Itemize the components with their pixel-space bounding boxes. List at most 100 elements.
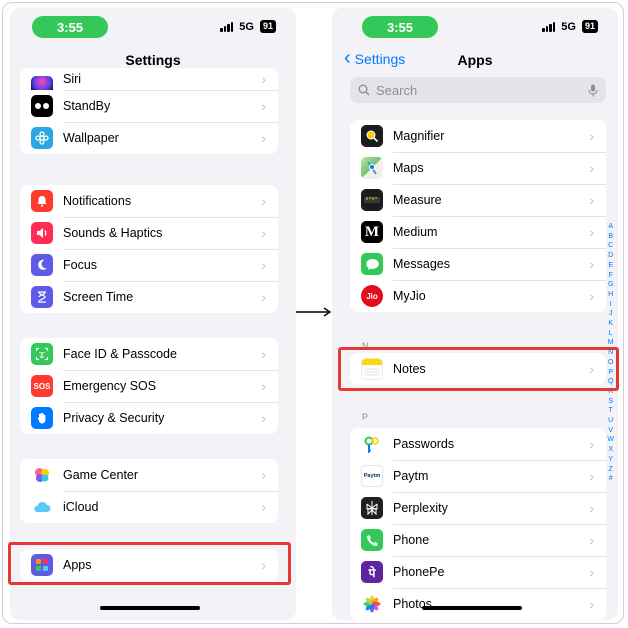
focus-icon bbox=[31, 254, 53, 276]
index-letter[interactable]: Y bbox=[607, 455, 614, 465]
chevron-right-icon: › bbox=[261, 410, 266, 426]
index-letter[interactable]: E bbox=[607, 261, 614, 271]
settings-item-wallpaper[interactable]: Wallpaper › bbox=[20, 122, 278, 154]
app-item-magnifier[interactable]: Magnifier › bbox=[350, 120, 606, 152]
status-time: 3:55 bbox=[362, 16, 438, 38]
section-header-p: P bbox=[362, 412, 369, 422]
phone-icon bbox=[361, 529, 383, 551]
network-label: 5G bbox=[239, 20, 254, 33]
index-letter[interactable]: B bbox=[607, 232, 614, 242]
settings-item-siri[interactable]: Siri › bbox=[20, 68, 278, 90]
settings-item-screen-time[interactable]: Screen Time › bbox=[20, 281, 278, 313]
screen-time-icon bbox=[31, 286, 53, 308]
app-item-passwords[interactable]: Passwords › bbox=[350, 428, 606, 460]
index-letter[interactable]: D bbox=[607, 251, 614, 261]
settings-screen: 3:55 5G 91 Settings Siri › StandBy › Wal… bbox=[10, 8, 296, 620]
chevron-right-icon: › bbox=[589, 128, 594, 144]
chevron-right-icon: › bbox=[589, 192, 594, 208]
home-indicator bbox=[100, 606, 200, 610]
index-letter[interactable]: F bbox=[607, 271, 614, 281]
chevron-right-icon: › bbox=[261, 346, 266, 362]
app-item-phone[interactable]: Phone › bbox=[350, 524, 606, 556]
index-letter[interactable]: X bbox=[607, 445, 614, 455]
settings-item-label: iCloud bbox=[63, 500, 99, 514]
status-time: 3:55 bbox=[32, 16, 108, 38]
search-icon bbox=[358, 84, 370, 96]
app-item-phonepe[interactable]: पे PhonePe › bbox=[350, 556, 606, 588]
chevron-right-icon: › bbox=[261, 289, 266, 305]
index-letter[interactable]: J bbox=[607, 309, 614, 319]
index-letter[interactable]: U bbox=[607, 416, 614, 426]
index-letter[interactable]: W bbox=[607, 435, 614, 445]
index-letter[interactable]: Z bbox=[607, 465, 614, 475]
chevron-right-icon: › bbox=[589, 532, 594, 548]
chevron-right-icon: › bbox=[589, 256, 594, 272]
index-letter[interactable]: S bbox=[607, 397, 614, 407]
settings-group-3: Face ID & Passcode › SOS Emergency SOS ›… bbox=[20, 338, 278, 434]
chevron-right-icon: › bbox=[261, 378, 266, 394]
settings-group-1: Siri › StandBy › Wallpaper › bbox=[20, 68, 278, 154]
paytm-icon: Paytm bbox=[361, 465, 383, 487]
index-letter[interactable]: T bbox=[607, 406, 614, 416]
app-item-perplexity[interactable]: Perplexity › bbox=[350, 492, 606, 524]
privacy-icon bbox=[31, 407, 53, 429]
settings-item-label: Focus bbox=[63, 258, 98, 272]
app-item-label: Medium bbox=[393, 225, 438, 239]
settings-item-label: Emergency SOS bbox=[63, 379, 157, 393]
app-item-myjio[interactable]: Jio MyJio › bbox=[350, 280, 606, 312]
microphone-icon[interactable] bbox=[588, 84, 598, 97]
signal-icon bbox=[542, 21, 556, 32]
settings-item-focus[interactable]: Focus › bbox=[20, 249, 278, 281]
settings-group-4: Game Center › iCloud › bbox=[20, 459, 278, 523]
chevron-right-icon: › bbox=[261, 467, 266, 483]
index-letter[interactable]: V bbox=[607, 426, 614, 436]
settings-item-label: Notifications bbox=[63, 194, 132, 208]
chevron-right-icon: › bbox=[589, 288, 594, 304]
index-letter[interactable]: G bbox=[607, 280, 614, 290]
settings-item-standby[interactable]: StandBy › bbox=[20, 90, 278, 122]
settings-item-label: StandBy bbox=[63, 99, 111, 113]
network-label: 5G bbox=[561, 20, 576, 33]
signal-icon bbox=[220, 21, 234, 32]
settings-item-label: Face ID & Passcode bbox=[63, 347, 177, 361]
settings-item-privacy[interactable]: Privacy & Security › bbox=[20, 402, 278, 434]
index-letter[interactable]: L bbox=[607, 329, 614, 339]
app-item-label: Perplexity bbox=[393, 501, 448, 515]
app-item-medium[interactable]: M Medium › bbox=[350, 216, 606, 248]
search-input[interactable] bbox=[370, 82, 588, 98]
app-item-photos[interactable]: Photos › bbox=[350, 588, 606, 620]
app-item-label: Paytm bbox=[393, 469, 429, 483]
settings-item-label: Wallpaper bbox=[63, 131, 119, 145]
highlight-box-apps bbox=[8, 542, 291, 585]
chevron-right-icon: › bbox=[589, 564, 594, 580]
settings-item-label: Game Center bbox=[63, 468, 139, 482]
measure-icon bbox=[361, 189, 383, 211]
app-item-messages[interactable]: Messages › bbox=[350, 248, 606, 280]
settings-item-face-id[interactable]: Face ID & Passcode › bbox=[20, 338, 278, 370]
app-item-label: Maps bbox=[393, 161, 424, 175]
index-letter[interactable]: C bbox=[607, 241, 614, 251]
app-item-paytm[interactable]: Paytm Paytm › bbox=[350, 460, 606, 492]
app-item-measure[interactable]: Measure › bbox=[350, 184, 606, 216]
apps-screen: 3:55 5G 91 ‹ Settings Apps Magnifier › M… bbox=[332, 8, 618, 620]
chevron-right-icon: › bbox=[589, 596, 594, 612]
settings-item-icloud[interactable]: iCloud › bbox=[20, 491, 278, 523]
home-indicator bbox=[422, 606, 522, 610]
chevron-right-icon: › bbox=[261, 193, 266, 209]
settings-group-2: Notifications › Sounds & Haptics › Focus… bbox=[20, 185, 278, 313]
settings-item-sounds[interactable]: Sounds & Haptics › bbox=[20, 217, 278, 249]
app-item-label: Passwords bbox=[393, 437, 455, 451]
app-item-maps[interactable]: Maps › bbox=[350, 152, 606, 184]
index-letter[interactable]: K bbox=[607, 319, 614, 329]
index-letter[interactable]: A bbox=[607, 222, 614, 232]
index-letter[interactable]: # bbox=[607, 474, 614, 484]
settings-item-game-center[interactable]: Game Center › bbox=[20, 459, 278, 491]
chevron-right-icon: › bbox=[261, 130, 266, 146]
index-letter[interactable]: I bbox=[607, 300, 614, 310]
app-item-label: Magnifier bbox=[393, 129, 445, 143]
index-letter[interactable]: H bbox=[607, 290, 614, 300]
game-center-icon bbox=[31, 464, 53, 486]
settings-item-notifications[interactable]: Notifications › bbox=[20, 185, 278, 217]
settings-item-emergency-sos[interactable]: SOS Emergency SOS › bbox=[20, 370, 278, 402]
chevron-right-icon: › bbox=[589, 224, 594, 240]
